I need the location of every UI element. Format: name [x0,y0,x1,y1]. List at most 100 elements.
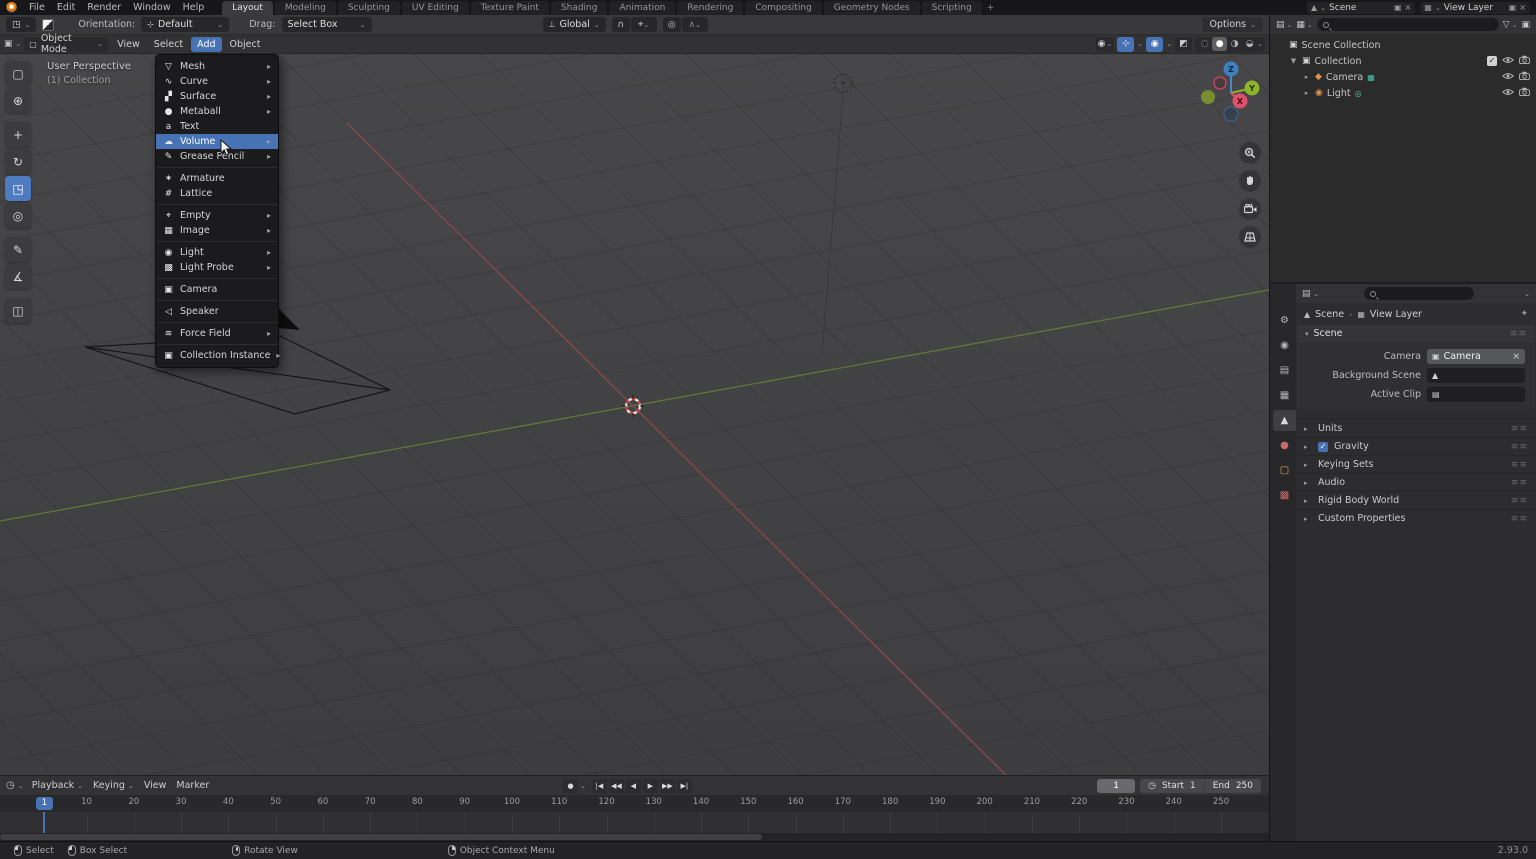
add-menu-item-curve[interactable]: ∿ Curve ▸ [156,74,278,89]
hide-eye-icon[interactable] [1502,72,1514,83]
panel-gravity[interactable]: ▸ ✓ Gravity ≡≡ [1296,437,1536,455]
background-scene-field[interactable]: ▲ [1427,368,1525,383]
drag-handle-icon[interactable]: ≡≡ [1511,424,1528,434]
orientation-dropdown[interactable]: ⊹ Default ⌄ [141,17,230,32]
timeline-tracks[interactable] [0,812,1269,833]
breadcrumb-scene[interactable]: Scene [1315,309,1344,320]
timeline-menu-playback[interactable]: Playback ⌄ [32,780,83,791]
topbar-menu-file[interactable]: File [23,0,51,15]
add-menu-item-light[interactable]: ◉ Light ▸ [156,245,278,260]
new-scene-icon[interactable]: ▣ [1394,3,1402,12]
annotate-tool-button[interactable]: ✎ [5,237,31,262]
tab-scripting[interactable]: Scripting [921,1,982,15]
hide-eye-icon[interactable] [1502,56,1514,67]
timeline-menu-keying[interactable]: Keying ⌄ [93,780,134,791]
chevron-down-icon[interactable]: ⌄ [580,782,586,790]
wireframe-shading-button[interactable]: ◌ [1197,37,1212,51]
mode-dropdown[interactable]: ▢ Object Mode ⌄ [24,33,109,55]
transform-orientation-dropdown[interactable]: ⊥ Global ⌄ [542,17,606,32]
clear-icon[interactable]: × [1512,352,1520,362]
add-menu-item-metaball[interactable]: ● Metaball ▸ [156,104,278,119]
properties-tab-texture[interactable]: ▩ [1273,485,1296,506]
cursor-tool-button[interactable]: ⊕ [5,88,31,113]
timeline-menu-marker[interactable]: Marker [176,780,209,791]
gizmos-toggle[interactable]: ⊹ [1117,36,1135,52]
timeline-scrollbar[interactable] [0,833,1269,841]
topbar-menu-render[interactable]: Render [81,0,127,15]
outliner-row-camera[interactable]: ▸ ◆ Camera ▦ [1270,69,1536,85]
panel-rigid-body-world[interactable]: ▸ Rigid Body World ≡≡ [1296,491,1536,509]
hide-eye-icon[interactable] [1502,88,1514,99]
chevron-down-icon[interactable]: ⌄ [1137,40,1143,48]
outliner-filter-dropdown[interactable]: ▽ ⌄ [1503,20,1518,30]
tab-modeling[interactable]: Modeling [274,1,336,15]
timeline-menu-view[interactable]: View [144,780,167,791]
tab-shading[interactable]: Shading [550,1,608,15]
unlink-scene-icon[interactable]: × [1405,3,1412,12]
scale-tool-button[interactable]: ◳ [5,176,31,201]
expander-icon[interactable]: ▼ [1289,57,1298,65]
add-menu-item-grease-pencil[interactable]: ✎ Grease Pencil ▸ [156,149,278,164]
drag-handle-icon[interactable]: ≡≡ [1511,496,1528,506]
camera-view-icon[interactable] [1239,198,1261,220]
blender-logo-icon[interactable] [6,2,17,13]
tab-uv-editing[interactable]: UV Editing [401,1,469,15]
proportional-falloff-dropdown[interactable]: ∧ ⌄ [681,17,708,32]
playhead-line[interactable] [43,812,45,833]
outliner-search-input[interactable] [1316,18,1499,31]
tab-compositing[interactable]: Compositing [745,1,822,15]
measure-tool-button[interactable]: ∡ [5,264,31,289]
scene-selector[interactable]: ▲ ⌄ Scene ▣ × [1307,1,1416,14]
viewport-3d[interactable]: Z Y X User Perspective (1) Collection ▢ ⊕… [0,54,1269,775]
active-tool-dropdown[interactable]: ◳ ⌄ [6,17,37,32]
chevron-down-icon[interactable]: ⌄ [1166,40,1172,48]
outliner-display-mode-dropdown[interactable]: ▤ ⌄ [1276,20,1292,30]
view-layer-selector[interactable]: ▦ ⌄ View Layer ▣ × [1420,1,1530,14]
drag-handle-icon[interactable]: ≡≡ [1510,329,1527,339]
auto-keying-toggle[interactable]: ● [563,778,578,793]
add-menu-item-collection-instance[interactable]: ▣ Collection Instance ▸ [156,348,280,363]
add-menu-item-surface[interactable]: ▞ Surface ▸ [156,89,278,104]
options-dropdown[interactable]: Options ⌄ [1202,17,1263,32]
add-menu-item-image[interactable]: ▦ Image ▸ [156,223,278,238]
active-clip-field[interactable]: ▤ [1427,387,1525,402]
tab-layout[interactable]: Layout [222,1,273,15]
viewport-menu-object[interactable]: Object [224,37,267,52]
drag-dropdown[interactable]: Select Box ⌄ [281,17,372,32]
properties-tab-view-layer[interactable]: ▦ [1273,385,1296,406]
outliner-new-collection-button[interactable]: ▣ [1521,20,1530,30]
pan-hand-icon[interactable] [1239,170,1261,192]
properties-tab-tool[interactable]: ⚙ [1273,310,1296,331]
chevron-down-icon[interactable]: ⌄ [1524,290,1530,298]
add-menu-item-armature[interactable]: ✶ Armature [156,171,278,186]
timeline-editor-icon[interactable]: ◷ ⌄ [6,780,24,791]
add-menu-item-speaker[interactable]: ◁ Speaker [156,304,278,319]
zoom-icon[interactable] [1239,142,1261,164]
add-menu-item-lattice[interactable]: # Lattice [156,186,278,201]
panel-custom-properties[interactable]: ▸ Custom Properties ≡≡ [1296,509,1536,527]
chevron-down-icon[interactable]: ⌄ [1257,40,1263,48]
new-view-layer-icon[interactable]: ▣ [1509,3,1517,12]
add-cube-tool-button[interactable]: ◫ [5,298,31,323]
tab-geometry-nodes[interactable]: Geometry Nodes [823,1,920,15]
drag-handle-icon[interactable]: ≡≡ [1511,442,1528,452]
breadcrumb-view-layer[interactable]: View Layer [1370,309,1422,320]
panel-keying-sets[interactable]: ▸ Keying Sets ≡≡ [1296,455,1536,473]
material-shading-button[interactable]: ◑ [1227,37,1242,51]
tab-texture-paint[interactable]: Texture Paint [470,1,549,15]
exclude-checkbox[interactable]: ✓ [1487,56,1497,66]
prev-keyframe-button[interactable]: ◀◀ [608,778,624,793]
outliner-row-collection[interactable]: ▼ ▣ Collection ✓ [1270,53,1536,69]
gizmo-negy-ball[interactable] [1201,90,1215,104]
jump-to-start-button[interactable]: |◀ [591,778,607,793]
current-frame-marker[interactable]: 1 [36,797,53,810]
outliner-row-scene-collection[interactable]: ▣ Scene Collection [1270,37,1536,53]
properties-tab-render[interactable]: ◉ [1273,335,1296,356]
add-menu-item-force-field[interactable]: ≋ Force Field ▸ [156,326,278,341]
scene-panel-header[interactable]: ▾ Scene ≡≡ [1297,325,1535,342]
navigation-gizmo[interactable]: Z Y X [1201,61,1260,122]
snap-toggle[interactable]: ∩ [611,17,630,32]
add-menu-item-text[interactable]: a Text [156,119,278,134]
current-frame-field[interactable]: 1 [1097,778,1136,793]
end-frame-field[interactable]: End 250 [1203,780,1261,791]
